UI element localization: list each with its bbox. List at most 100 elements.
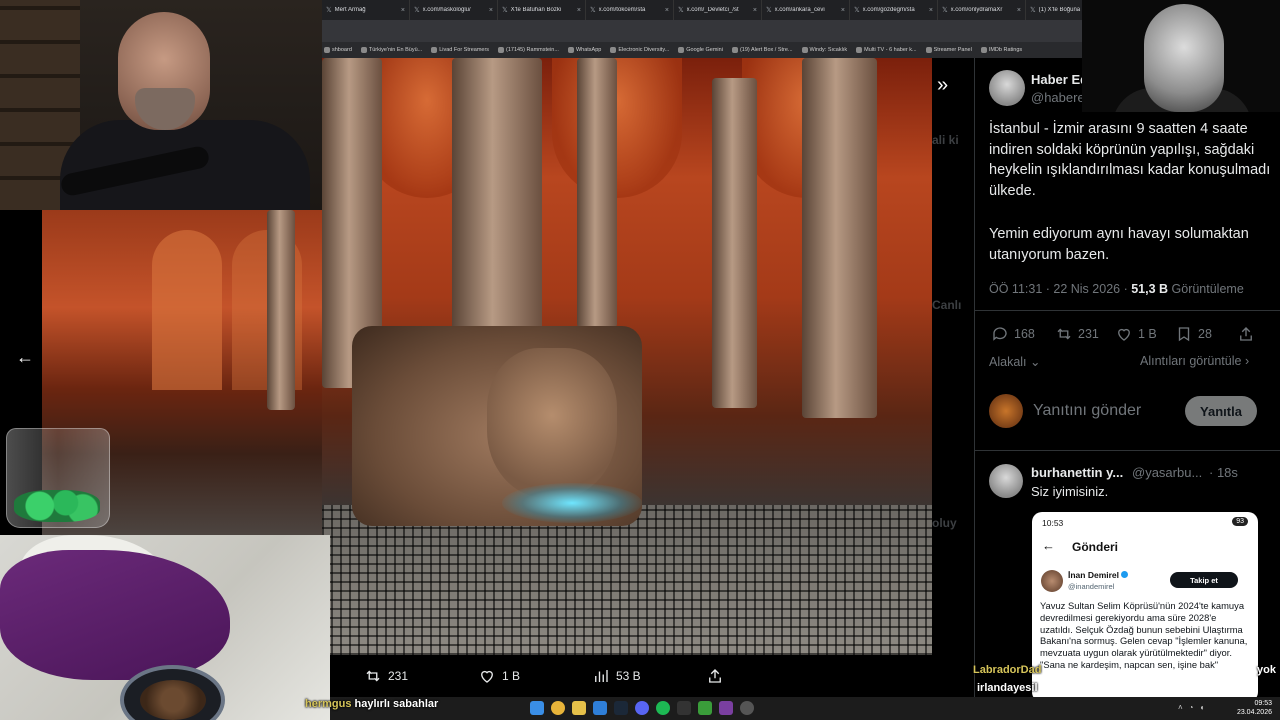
browser-tab[interactable]: 𝕏 Mert Armağ × bbox=[322, 0, 410, 20]
views-button[interactable]: 53 B bbox=[592, 667, 641, 685]
double-chevron-right-icon[interactable]: » bbox=[937, 74, 948, 97]
share-stat[interactable] bbox=[1237, 325, 1255, 343]
bookmark-item[interactable]: IMDb Ratings bbox=[980, 47, 1023, 53]
wifi-icon[interactable]: ◔ bbox=[1189, 703, 1194, 712]
bookmark-label: IMDb Ratings bbox=[988, 47, 1023, 53]
x-logo-icon: 𝕏 bbox=[678, 7, 684, 14]
bookmark-item[interactable]: (19) Alert Box / Stre... bbox=[731, 47, 793, 53]
browser-tab[interactable]: 𝕏x.com/_Devletci_/st × bbox=[674, 0, 762, 20]
like-stat[interactable]: 1 B bbox=[1115, 325, 1157, 343]
bookmark-label: (19) Alert Box / Stre... bbox=[739, 47, 793, 53]
bookmark-favicon-icon bbox=[567, 47, 574, 53]
bookmark-item[interactable]: Türkiye'nin En Büyü... bbox=[360, 47, 422, 53]
xbox-icon[interactable] bbox=[698, 701, 712, 715]
bookmark-favicon-icon bbox=[431, 47, 438, 53]
relevant-sort[interactable]: Alakalı ⌄ bbox=[989, 354, 1041, 369]
bookmark-label: Livad For Streamers bbox=[439, 47, 490, 53]
heart-icon bbox=[481, 670, 493, 683]
reply-button[interactable]: Yanıtla bbox=[1185, 396, 1257, 426]
column bbox=[267, 210, 295, 410]
dimmed-text: ali ki bbox=[932, 133, 959, 147]
vault bbox=[552, 58, 682, 198]
reply-author-name[interactable]: burhanettin y... bbox=[1031, 465, 1123, 480]
chevron-up-icon[interactable]: ˄ bbox=[1178, 703, 1183, 712]
spotify-icon[interactable] bbox=[656, 701, 670, 715]
author-handle[interactable]: @habere bbox=[1031, 90, 1085, 105]
bookmark-favicon-icon bbox=[498, 47, 505, 53]
arrow-left-icon[interactable]: ← bbox=[16, 347, 34, 368]
column bbox=[577, 58, 617, 328]
embedded-screenshot[interactable]: 10:53 93 ← Gönderi İnan Demirel @inandem… bbox=[1032, 512, 1258, 702]
bookmark-item[interactable]: Electronic Diversity... bbox=[610, 47, 669, 53]
browser-tab-label: (1) X'te Boğuna Tiki bbox=[1038, 7, 1082, 13]
share-icon bbox=[1240, 327, 1252, 341]
retweet-stat[interactable]: 231 bbox=[1055, 325, 1099, 343]
address-bar[interactable] bbox=[322, 20, 1082, 42]
reply-input[interactable]: Yanıtını gönder bbox=[1033, 402, 1141, 420]
browser-tab[interactable]: 𝕏x.com/gozdegm/sta × bbox=[850, 0, 938, 20]
bookmark-item[interactable]: Multi TV - 6 haber k... bbox=[856, 47, 917, 53]
bookmark-item[interactable]: shboard bbox=[324, 47, 352, 53]
browser-tab-label: X'te Batuhan Bozkı bbox=[510, 7, 562, 13]
bookmark-item[interactable]: Windy: Sıcaklık bbox=[801, 47, 847, 53]
system-tray: ˄ ◔ ◖ bbox=[1178, 703, 1204, 712]
bookmark-favicon-icon bbox=[980, 47, 987, 53]
x-logo-icon: 𝕏 bbox=[326, 7, 332, 14]
browser-tab-label: x.com/onlydramaXr bbox=[950, 7, 1003, 13]
bookmark-stat[interactable]: 28 bbox=[1175, 325, 1212, 343]
system-clock[interactable]: 09:53 23.04.2026 bbox=[1237, 699, 1272, 717]
browser-tab[interactable]: 𝕏x.com/haskologlu/ × bbox=[410, 0, 498, 20]
bookmark-favicon-icon bbox=[678, 47, 685, 53]
bookmark-item[interactable]: (17145) Rammstein... bbox=[498, 47, 559, 53]
bookmarks-bar: shboard Türkiye'nin En Büyü... Livad For S… bbox=[322, 42, 1082, 58]
file-explorer-icon[interactable] bbox=[572, 701, 586, 715]
reply-stat[interactable]: 168 bbox=[991, 325, 1035, 343]
bookmark-item[interactable]: Livad For Streamers bbox=[431, 47, 489, 53]
close-icon[interactable]: × bbox=[1017, 7, 1021, 14]
windows-start-icon[interactable] bbox=[530, 701, 544, 715]
browser-tab[interactable]: 𝕏(1) X'te Boğuna Tiki× bbox=[1026, 0, 1082, 20]
browser-tab[interactable]: 𝕏x.com/onlydramaXr × bbox=[938, 0, 1026, 20]
divider bbox=[975, 310, 1280, 311]
speaker-icon[interactable]: ◖ bbox=[1200, 703, 1205, 712]
view-quotes-link[interactable]: Alıntıları görüntüle › bbox=[1140, 354, 1249, 368]
media-action-bar: 231 1 B 53 B bbox=[330, 655, 930, 697]
discord-icon[interactable] bbox=[635, 701, 649, 715]
steam-icon[interactable] bbox=[614, 701, 628, 715]
tweet-time[interactable]: ÖÖ 11:31 · 22 Nis 2026 · bbox=[989, 282, 1131, 296]
edge-icon[interactable] bbox=[593, 701, 607, 715]
close-icon[interactable]: × bbox=[665, 7, 669, 14]
tweet-text-p2: Yemin ediyorum aynı havayı solumaktan ut… bbox=[989, 226, 1249, 263]
like-button[interactable]: 1 B bbox=[478, 667, 520, 685]
author-avatar[interactable] bbox=[989, 70, 1025, 106]
retweet-button[interactable]: 231 bbox=[364, 667, 408, 685]
chrome-icon[interactable] bbox=[551, 701, 565, 715]
retweet-icon bbox=[1057, 328, 1071, 340]
close-icon[interactable]: × bbox=[841, 7, 845, 14]
bookmark-item[interactable]: Streamer Panel bbox=[925, 47, 972, 53]
close-icon[interactable]: × bbox=[489, 7, 493, 14]
bookmark-favicon-icon bbox=[360, 47, 367, 53]
streamer-webcam bbox=[0, 0, 322, 210]
x-logo-icon: 𝕏 bbox=[854, 7, 860, 14]
author-name[interactable]: Haber Ed bbox=[1031, 72, 1088, 87]
taskbar-apps bbox=[530, 701, 754, 715]
windows-taskbar: hermgus haylırlı sabahlar ˄ ◔ ◖ 09:53 23… bbox=[305, 697, 1280, 720]
reply-author-avatar[interactable] bbox=[989, 464, 1023, 498]
reply-author-handle[interactable]: @yasarbu... bbox=[1132, 465, 1202, 480]
bookmark-item[interactable]: WhatsApp bbox=[567, 47, 601, 53]
browser-tab[interactable]: 𝕏 X'te Batuhan Bozkı × bbox=[498, 0, 586, 20]
browser-tab[interactable]: 𝕏x.com/tokcem/sta × bbox=[586, 0, 674, 20]
bookmark-item[interactable]: Google Gemini bbox=[678, 47, 723, 53]
close-icon[interactable]: × bbox=[401, 7, 405, 14]
browser-tab[interactable]: 𝕏x.com/ankara_cevi × bbox=[762, 0, 850, 20]
quotes-label: Alıntıları görüntüle bbox=[1140, 354, 1242, 368]
close-icon[interactable]: × bbox=[929, 7, 933, 14]
close-icon[interactable]: × bbox=[577, 7, 581, 14]
obs-icon[interactable] bbox=[740, 701, 754, 715]
epic-games-icon[interactable] bbox=[677, 701, 691, 715]
app-icon[interactable] bbox=[719, 701, 733, 715]
floor-grating bbox=[322, 505, 932, 655]
close-icon[interactable]: × bbox=[753, 7, 757, 14]
share-button[interactable] bbox=[706, 667, 724, 685]
